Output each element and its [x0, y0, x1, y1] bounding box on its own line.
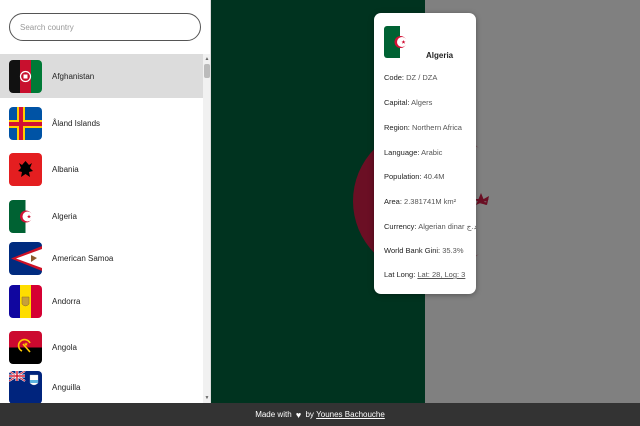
- code-label: Code:: [384, 73, 405, 82]
- afghanistan-flag-icon: [9, 59, 42, 93]
- card-row-code: Code: DZ / DZA: [384, 73, 476, 82]
- author-link[interactable]: Younes Bachouche: [316, 410, 385, 419]
- country-name: Anguilla: [52, 382, 81, 392]
- card-row-latlong: Lat Long: Lat: 28, Log: 3: [384, 270, 476, 279]
- list-item-andorra[interactable]: Andorra: [0, 279, 203, 323]
- country-name: Andorra: [52, 296, 81, 306]
- american-samoa-flag-icon: [9, 241, 42, 275]
- country-list: Afghanistan Åland Islands Albania Algeri…: [0, 54, 203, 403]
- region-value: Northern Africa: [411, 123, 462, 132]
- gini-label: World Bank Gini:: [384, 246, 441, 255]
- algeria-flag-icon: [9, 199, 42, 233]
- country-name: Angola: [52, 342, 77, 352]
- search-wrapper: [9, 13, 201, 41]
- currency-label: Currency:: [384, 222, 417, 231]
- card-row-currency: Currency: Algerian dinar د.ج: [384, 222, 476, 231]
- card-country-name: Algeria: [426, 51, 454, 60]
- capital-label: Capital:: [384, 98, 410, 107]
- capital-value: Algers: [411, 98, 433, 107]
- footer-made-with: Made with: [255, 410, 292, 419]
- gini-value: 35.3%: [442, 246, 464, 255]
- chevron-up-icon[interactable]: ▲: [203, 56, 210, 62]
- card-row-area: Area: 2.381741M km²: [384, 197, 476, 206]
- country-name: American Samoa: [52, 253, 114, 263]
- country-name: Algeria: [52, 211, 77, 221]
- card-row-gini: World Bank Gini: 35.3%: [384, 246, 476, 255]
- card-row-capital: Capital: Algers: [384, 98, 476, 107]
- footer-by: by: [305, 410, 314, 419]
- country-name: Afghanistan: [52, 71, 95, 81]
- population-value: 40.4M: [423, 172, 445, 181]
- country-name: Åland Islands: [52, 118, 101, 128]
- area-value: 2.381741M km²: [404, 197, 457, 206]
- footer: Made with ♥ by Younes Bachouche: [0, 403, 640, 426]
- list-item-american-samoa[interactable]: American Samoa: [0, 236, 203, 280]
- list-item-angola[interactable]: Angola: [0, 325, 203, 369]
- angola-flag-icon: [9, 330, 42, 364]
- heart-icon: ♥: [295, 409, 302, 420]
- latlong-label: Lat Long:: [384, 270, 416, 279]
- chevron-down-icon[interactable]: ▼: [203, 395, 210, 401]
- latlong-link[interactable]: Lat: 28, Log: 3: [417, 270, 465, 279]
- scroll-thumb[interactable]: [204, 64, 210, 78]
- country-name: Albania: [52, 164, 79, 174]
- list-item-aland-islands[interactable]: Åland Islands: [0, 101, 203, 145]
- list-item-afghanistan[interactable]: Afghanistan: [0, 54, 203, 98]
- aland-islands-flag-icon: [9, 106, 42, 140]
- card-row-region: Region: Northern Africa: [384, 123, 476, 132]
- list-scrollbar[interactable]: ▲ ▼: [203, 54, 210, 403]
- card-row-language: Language: Arabic: [384, 148, 476, 157]
- anguilla-flag-icon: [9, 370, 42, 403]
- list-item-algeria[interactable]: Algeria: [0, 194, 203, 238]
- list-item-anguilla[interactable]: Anguilla: [0, 365, 203, 403]
- card-row-population: Population: 40.4M: [384, 172, 476, 181]
- algeria-flag-icon: [384, 26, 416, 58]
- list-item-albania[interactable]: Albania: [0, 147, 203, 191]
- search-input[interactable]: [9, 13, 201, 41]
- language-value: Arabic: [421, 148, 443, 157]
- country-sidebar: Afghanistan Åland Islands: [0, 0, 211, 403]
- language-label: Language:: [384, 148, 420, 157]
- region-label: Region:: [384, 123, 410, 132]
- population-label: Population:: [384, 172, 422, 181]
- country-info-card: Algeria Code: DZ / DZA Capital: Algers R…: [374, 13, 476, 294]
- albania-flag-icon: [9, 152, 42, 186]
- area-label: Area:: [384, 197, 402, 206]
- currency-value: Algerian dinar د.ج: [418, 222, 476, 231]
- andorra-flag-icon: [9, 284, 42, 318]
- code-value: DZ / DZA: [406, 73, 438, 82]
